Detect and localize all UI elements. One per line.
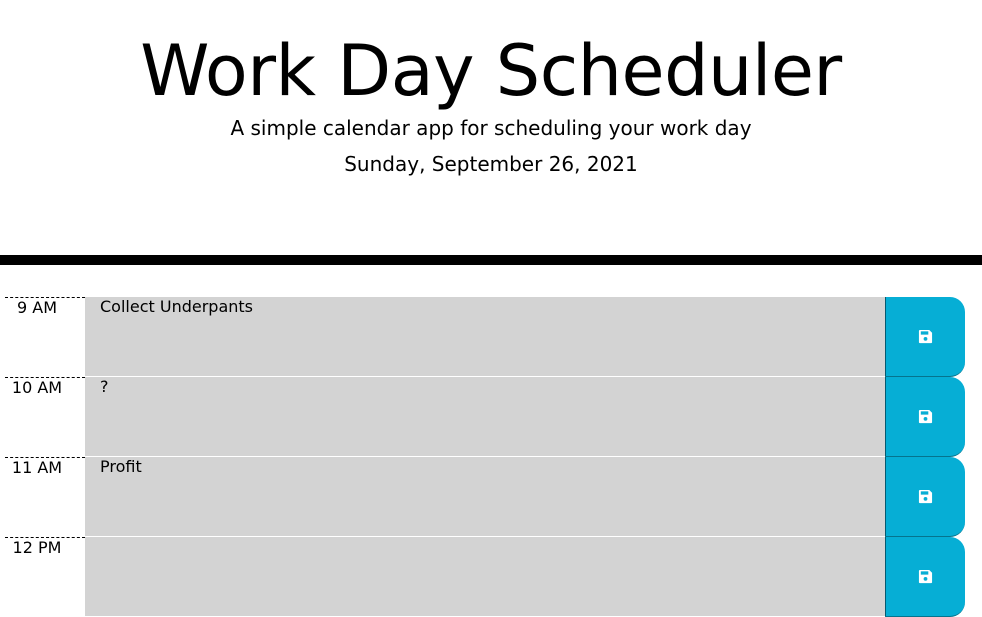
hour-text: 12 PM: [12, 538, 62, 557]
save-button[interactable]: [885, 377, 965, 457]
current-day: Sunday, September 26, 2021: [344, 152, 638, 176]
timeblock-row: 12 PM: [0, 537, 982, 617]
event-description[interactable]: [85, 537, 885, 617]
floppy-disk-icon: [918, 409, 933, 424]
header: Work Day Scheduler A simple calendar app…: [0, 0, 982, 255]
floppy-disk-icon: [918, 569, 933, 584]
floppy-disk-icon: [918, 489, 933, 504]
event-description[interactable]: Collect Underpants: [85, 297, 885, 377]
hour-text: 10 AM: [11, 378, 63, 397]
event-description[interactable]: Profit: [85, 457, 885, 537]
timeblock-row: 10 AM ?: [0, 377, 982, 457]
save-button[interactable]: [885, 457, 965, 537]
hour-text: 9 AM: [16, 298, 57, 317]
timeblock-row: 11 AM Profit: [0, 457, 982, 537]
hour-text: 11 AM: [11, 458, 63, 477]
hour-label: 11 AM: [5, 457, 85, 537]
hour-label: 10 AM: [5, 377, 85, 457]
save-button[interactable]: [885, 537, 965, 617]
timeblock-container: 9 AM Collect Underpants 10 AM ? 11 AM Pr…: [0, 297, 982, 617]
header-divider: [0, 255, 982, 265]
timeblock-row: 9 AM Collect Underpants: [0, 297, 982, 377]
page-title: Work Day Scheduler: [140, 30, 842, 112]
event-description[interactable]: ?: [85, 377, 885, 457]
floppy-disk-icon: [918, 329, 933, 344]
hour-label: 12 PM: [5, 537, 85, 617]
page-subtitle: A simple calendar app for scheduling you…: [230, 116, 752, 140]
hour-label: 9 AM: [5, 297, 85, 377]
save-button[interactable]: [885, 297, 965, 377]
